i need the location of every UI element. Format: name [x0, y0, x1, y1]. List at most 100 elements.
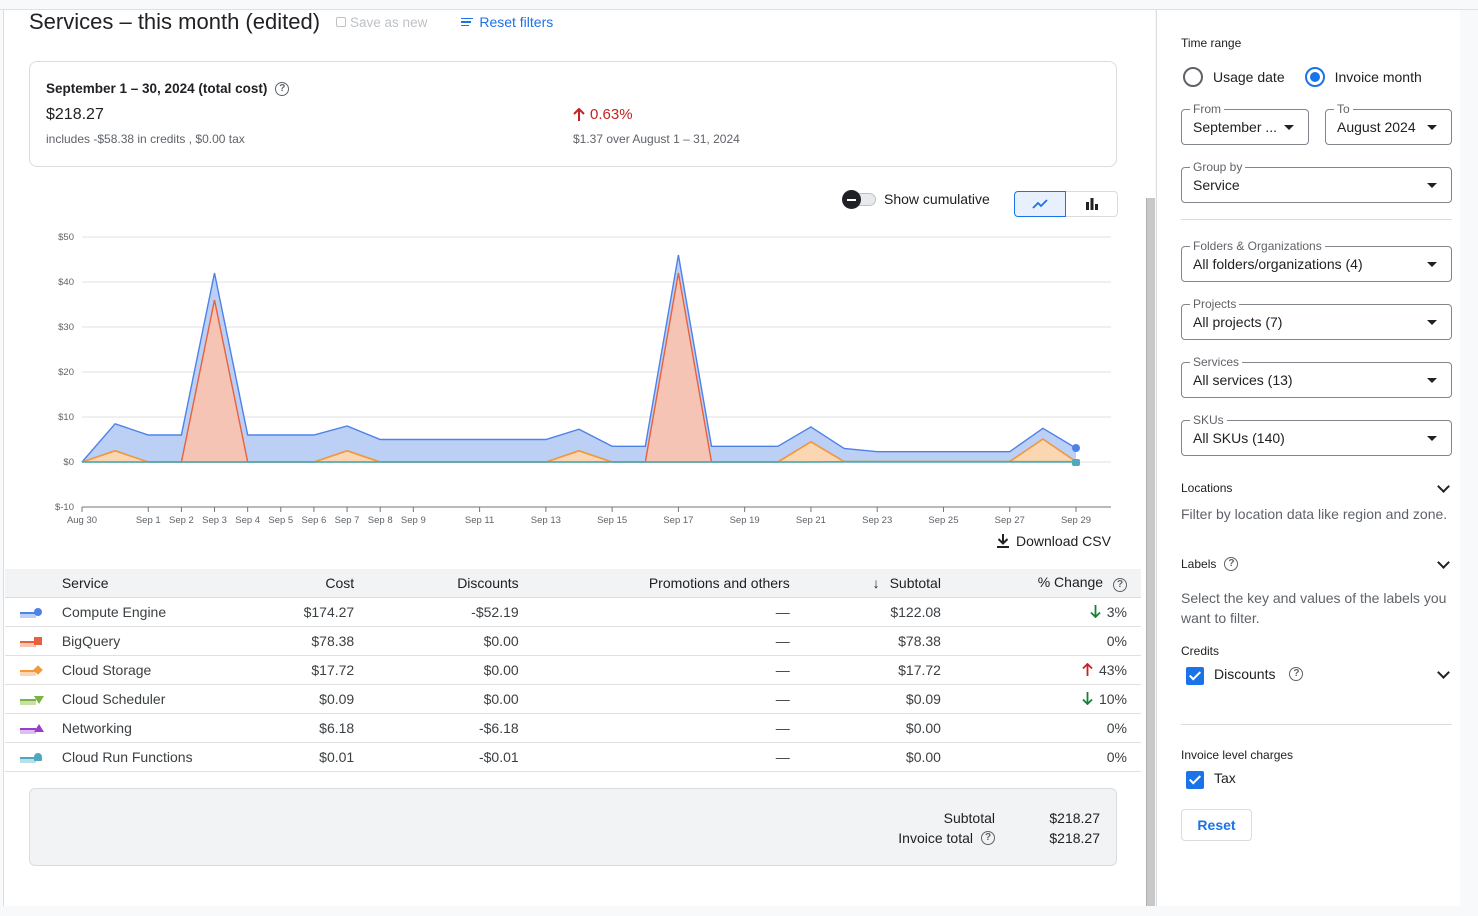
col-cost[interactable]: Cost — [254, 569, 355, 598]
service-name: Cloud Scheduler — [61, 684, 255, 714]
x-tick-label: Sep 7 — [335, 515, 360, 526]
x-tick-label: Sep 29 — [1061, 515, 1091, 526]
x-tick-label: Sep 21 — [796, 515, 826, 526]
col-subtotal-label: Subtotal — [889, 574, 941, 591]
download-csv-label: Download CSV — [1016, 533, 1111, 549]
service-name: BigQuery — [61, 626, 255, 656]
bar-chart-icon — [1085, 198, 1098, 210]
labels-heading: Labels ? — [1181, 557, 1239, 571]
tax-checkbox[interactable] — [1186, 771, 1204, 789]
folders-select[interactable]: Folders & Organizations All folders/orga… — [1181, 239, 1452, 282]
from-select[interactable]: From September ... — [1181, 102, 1309, 145]
arrow-down-icon — [1090, 604, 1101, 618]
x-tick-label: Sep 2 — [169, 515, 194, 526]
promotions-cell: — — [518, 655, 790, 685]
table-row[interactable]: Cloud Run Functions $0.01 -$0.01 — $0.00… — [5, 742, 1141, 772]
usage-date-radio[interactable] — [1183, 67, 1203, 87]
page-title: Services – this month (edited) — [29, 10, 321, 34]
discounts-label[interactable]: Discounts — [1214, 666, 1275, 682]
end-marker-compute-engine — [1072, 444, 1080, 453]
table-row[interactable]: Cloud Scheduler $0.09 $0.00 — $0.09 10% — [5, 684, 1141, 714]
scrollbar[interactable] — [1146, 198, 1155, 906]
cost-cell: $0.01 — [254, 742, 355, 772]
labels-expand-icon[interactable] — [1437, 556, 1450, 569]
skus-select[interactable]: SKUs All SKUs (140) — [1181, 413, 1452, 456]
x-tick-label: Sep 13 — [531, 515, 561, 526]
invoice-month-radio[interactable] — [1304, 67, 1325, 87]
change-cell: 3% — [940, 597, 1141, 627]
col-promotions[interactable]: Promotions and others — [518, 569, 790, 598]
promotions-cell: — — [518, 742, 790, 772]
col-change[interactable]: % Change ? — [940, 569, 1141, 598]
toggle-switch[interactable] — [842, 190, 878, 209]
projects-select[interactable]: Projects All projects (7) — [1181, 297, 1452, 340]
bottom-strip — [0, 906, 1478, 916]
discounts-cell: -$52.19 — [354, 597, 519, 627]
dropdown-caret-icon — [1284, 125, 1294, 130]
col-discounts[interactable]: Discounts — [354, 569, 519, 598]
promotions-cell: — — [518, 626, 790, 656]
invoice-total-label: Invoice total ? — [898, 830, 995, 846]
summary-card: September 1 – 30, 2024 (total cost) ? $2… — [29, 61, 1117, 167]
labels-label: Labels — [1181, 557, 1217, 571]
help-icon[interactable]: ? — [275, 81, 290, 96]
show-cumulative-toggle[interactable]: Show cumulative — [842, 190, 990, 209]
services-value: All services (13) — [1193, 372, 1293, 388]
service-legend-icon — [5, 597, 62, 627]
subtotal-cell: $0.00 — [789, 742, 941, 772]
x-tick-label: Sep 6 — [302, 515, 327, 526]
subtotal-cell: $78.38 — [789, 626, 941, 656]
dropdown-caret-icon — [1427, 320, 1437, 325]
discounts-expand-icon[interactable] — [1437, 666, 1450, 679]
reset-filters-button[interactable]: Reset filters — [461, 14, 553, 30]
save-as-new-button[interactable]: Save as new — [336, 15, 427, 30]
y-tick-label: $30 — [58, 322, 74, 333]
service-legend-icon — [5, 713, 62, 743]
table-row[interactable]: Compute Engine $174.27 -$52.19 — $122.08… — [5, 597, 1141, 627]
summary-total: $218.27 — [46, 106, 104, 123]
locations-expand-icon[interactable] — [1437, 480, 1450, 493]
invoice-total-row: Invoice total ? $218.27 — [898, 830, 1100, 846]
usage-date-label[interactable]: Usage date — [1213, 69, 1285, 85]
skus-label: SKUs — [1190, 413, 1227, 427]
right-strip — [1460, 10, 1478, 916]
invoice-month-label[interactable]: Invoice month — [1335, 69, 1422, 85]
discounts-row: Discounts ? — [1214, 666, 1304, 682]
help-icon[interactable]: ? — [1113, 577, 1127, 592]
subtotal-cell: $0.09 — [789, 684, 941, 714]
col-subtotal[interactable]: ↓ Subtotal — [789, 569, 941, 598]
help-icon[interactable]: ? — [1224, 557, 1239, 571]
help-icon[interactable]: ? — [981, 831, 995, 845]
table-row[interactable]: Cloud Storage $17.72 $0.00 — $17.72 43% — [5, 655, 1141, 685]
discounts-checkbox[interactable] — [1186, 667, 1204, 685]
to-select[interactable]: To August 2024 — [1325, 102, 1452, 145]
group-by-select[interactable]: Group by Service — [1181, 160, 1452, 203]
help-icon[interactable]: ? — [1289, 667, 1304, 681]
x-tick-label: Sep 17 — [663, 515, 693, 526]
subtotal-cell: $122.08 — [789, 597, 941, 627]
dropdown-caret-icon — [1427, 436, 1437, 441]
col-service[interactable]: Service — [61, 569, 255, 598]
table-row[interactable]: BigQuery $78.38 $0.00 — $78.38 0% — [5, 626, 1141, 656]
subtotal-value: $218.27 — [1049, 810, 1100, 826]
services-label: Services — [1190, 355, 1243, 369]
filter-lines-icon — [461, 17, 474, 27]
service-legend-icon — [5, 684, 62, 714]
to-label: To — [1334, 102, 1353, 116]
reset-button[interactable]: Reset — [1181, 809, 1252, 841]
projects-value: All projects (7) — [1193, 314, 1283, 330]
summary-change: 0.63% — [573, 106, 633, 123]
cost-chart: $-10 $0 $10 $20 $30 $40 $50 Aug 30 Sep 1 Sep 2 Sep… — [55, 232, 1111, 526]
invoice-total-value: $218.27 — [1049, 830, 1100, 846]
dropdown-caret-icon — [1427, 125, 1437, 130]
top-strip — [0, 0, 1478, 10]
tax-label[interactable]: Tax — [1214, 770, 1236, 786]
summary-title-text: September 1 – 30, 2024 (total cost) — [46, 81, 268, 96]
download-csv-button[interactable]: Download CSV — [996, 533, 1111, 549]
download-icon — [997, 534, 1009, 548]
services-select[interactable]: Services All services (13) — [1181, 355, 1452, 398]
subtotal-row: Subtotal $218.27 — [944, 810, 1100, 826]
folders-value: All folders/organizations (4) — [1193, 256, 1363, 272]
table-row[interactable]: Networking $6.18 -$6.18 — $0.00 0% — [5, 713, 1141, 743]
cost-cell: $17.72 — [254, 655, 355, 685]
